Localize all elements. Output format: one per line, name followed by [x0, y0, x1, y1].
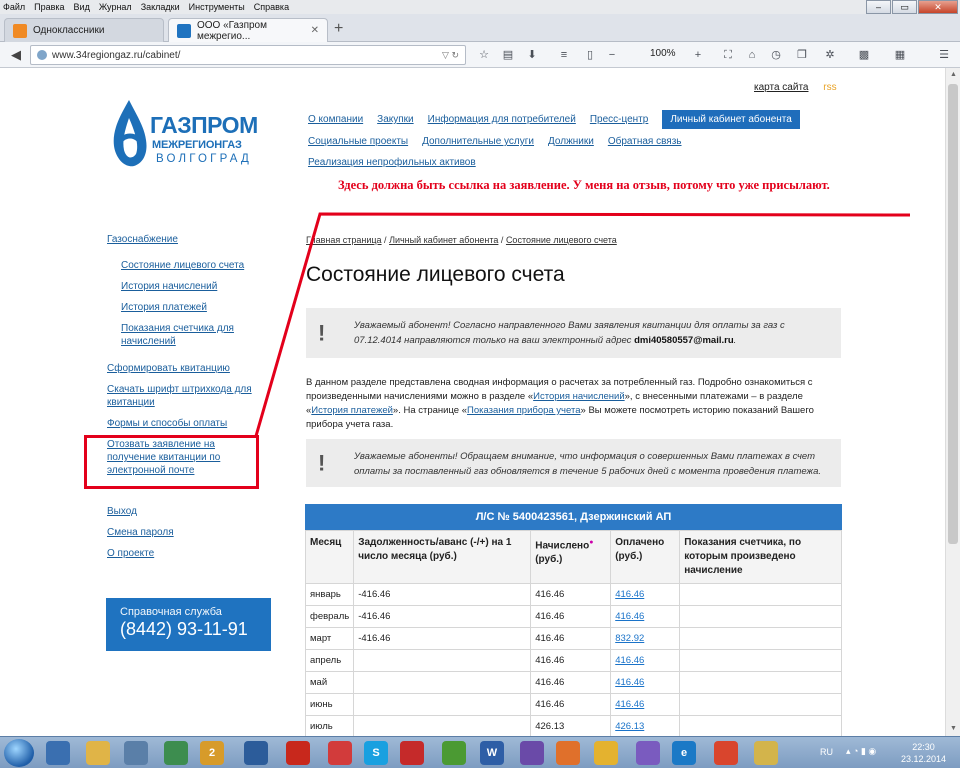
taskbar-skype-icon[interactable]: S — [364, 741, 388, 765]
menu-icon[interactable]: ≡ — [556, 47, 572, 63]
scroll-thumb[interactable] — [948, 84, 958, 544]
menu-view[interactable]: Вид — [74, 2, 90, 12]
tab-title: Одноклассники — [33, 25, 105, 36]
taskbar-lang-app-icon[interactable] — [754, 741, 778, 765]
clock-time: 22:30 — [912, 742, 935, 752]
addon-icon[interactable]: ▩ — [856, 47, 872, 63]
fullscreen-icon[interactable]: ⛶ — [720, 47, 736, 63]
red-annotation-line — [254, 212, 911, 437]
tab-title: ООО «Газпром межрегио... — [197, 19, 267, 42]
reader-icon[interactable]: ▤ — [500, 47, 516, 63]
tab-gazprom[interactable]: ООО «Газпром межрегио... ✕ — [168, 18, 328, 42]
taskbar-mail-icon[interactable] — [244, 741, 268, 765]
menu-history[interactable]: Журнал — [99, 2, 132, 12]
taskbar-app-icon[interactable] — [400, 741, 424, 765]
clock[interactable]: 22:30 23.12.2014 — [901, 741, 946, 765]
taskbar-chat-icon[interactable] — [328, 741, 352, 765]
maximize-button[interactable]: ▭ — [892, 0, 917, 14]
page-scrollbar[interactable]: ▲ ▼ — [945, 68, 960, 736]
language-indicator[interactable]: RU — [820, 747, 833, 757]
url-dropdown-icon[interactable]: ▽ ↻ — [442, 50, 459, 61]
ok-icon — [13, 23, 27, 38]
hamburger-icon[interactable]: ☰ — [936, 47, 952, 63]
globe-icon — [37, 50, 47, 60]
tray-icons[interactable]: ▴ ◔ ▮ ◉ — [846, 746, 876, 757]
windows-start-button[interactable] — [4, 739, 34, 767]
scroll-down-icon[interactable]: ▼ — [946, 722, 960, 736]
zoom-in-icon[interactable]: + — [690, 47, 706, 63]
taskbar-pdf-icon[interactable] — [286, 741, 310, 765]
download-icon[interactable]: ⬇ — [524, 47, 540, 63]
taskbar-ccleaner-icon[interactable] — [714, 741, 738, 765]
menu-edit[interactable]: Правка — [34, 2, 64, 12]
taskbar-explorer-icon[interactable] — [46, 741, 70, 765]
extension-icon[interactable]: ❐ — [794, 47, 810, 63]
clock-date: 23.12.2014 — [900, 754, 946, 764]
menu-tools[interactable]: Инструменты — [189, 2, 245, 12]
minimize-button[interactable]: – — [866, 0, 891, 14]
tab-odnoklassniki[interactable]: Одноклассники — [4, 18, 164, 42]
system-tray: RU ▴ ◔ ▮ ◉ 22:30 23.12.2014 — [790, 737, 960, 768]
url-bar[interactable]: www.34regiongaz.ru/cabinet/ ▽ ↻ — [30, 45, 466, 65]
grid-icon[interactable]: ▦ — [892, 47, 908, 63]
home-icon[interactable]: ⌂ — [744, 47, 760, 63]
zoom-level[interactable]: 100% — [650, 48, 676, 59]
taskbar-word-icon[interactable]: W — [480, 741, 504, 765]
taskbar-vs-icon[interactable] — [520, 741, 544, 765]
menu-bookmarks[interactable]: Закладки — [141, 2, 180, 12]
taskbar-calc-icon[interactable] — [124, 741, 148, 765]
menubar: Файл Правка Вид Журнал Закладки Инструме… — [0, 0, 960, 14]
taskbar: 2 S We RU ▴ ◔ ▮ ◉ 22:30 23.12.2014 — [0, 736, 960, 768]
page-icon[interactable]: ▯ — [582, 47, 598, 63]
web-page: карта сайта rss ГАЗПРОМ МЕЖРЕГИОНГАЗ ВОЛ… — [0, 68, 945, 736]
navigation-bar: ◀ www.34regiongaz.ru/cabinet/ ▽ ↻ ☆ ▤ ⬇ … — [0, 42, 960, 68]
history-icon[interactable]: ◷ — [768, 47, 784, 63]
taskbar-vs2-icon[interactable] — [636, 741, 660, 765]
new-tab-button[interactable]: + — [334, 20, 343, 38]
back-icon[interactable]: ◀ — [6, 45, 26, 65]
star-icon[interactable]: ☆ — [476, 47, 492, 63]
taskbar-daemon-icon[interactable] — [594, 741, 618, 765]
url-text: www.34regiongaz.ru/cabinet/ — [52, 49, 181, 61]
scroll-up-icon[interactable]: ▲ — [946, 68, 960, 82]
taskbar-ie-icon[interactable]: e — [672, 741, 696, 765]
menu-help[interactable]: Справка — [254, 2, 289, 12]
tab-bar: Одноклассники ООО «Газпром межрегио... ✕… — [0, 14, 960, 42]
settings-icon[interactable]: ✲ — [822, 47, 838, 63]
taskbar-chrome-icon[interactable] — [164, 741, 188, 765]
menu-file[interactable]: Файл — [3, 2, 25, 12]
taskbar-firefox-icon[interactable] — [556, 741, 580, 765]
taskbar-folder-icon[interactable] — [86, 741, 110, 765]
close-tab-icon[interactable]: ✕ — [311, 25, 319, 36]
taskbar-winamp-icon[interactable] — [442, 741, 466, 765]
gazprom-icon — [177, 23, 191, 38]
close-window-button[interactable]: ✕ — [918, 0, 958, 14]
zoom-out-icon[interactable]: − — [604, 47, 620, 63]
taskbar-icq-icon[interactable]: 2 — [200, 741, 224, 765]
